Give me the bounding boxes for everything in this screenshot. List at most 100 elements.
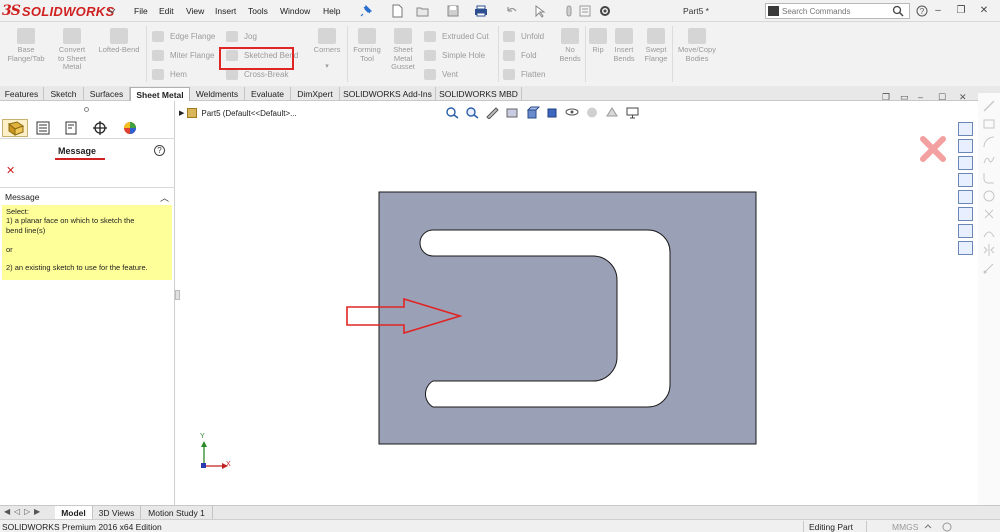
menu-file[interactable]: File (134, 6, 148, 16)
pin-icon[interactable] (359, 4, 373, 18)
rebuild-icon[interactable] (562, 4, 576, 18)
forming-tool-button[interactable]: Forming Tool (350, 28, 384, 63)
tab-model[interactable]: Model (55, 506, 93, 520)
dimxpert-manager-tab[interactable] (87, 119, 113, 137)
sketch-trim-icon[interactable] (982, 207, 996, 221)
sheet-metal-part[interactable] (378, 191, 757, 445)
units-dropdown-icon[interactable] (924, 523, 932, 531)
search-commands[interactable] (765, 3, 910, 19)
display-style-icon[interactable] (545, 106, 560, 119)
viewport-minimize-icon[interactable]: – (918, 92, 923, 102)
sketch-rectangle-icon[interactable] (982, 117, 996, 131)
expand-arrow-icon[interactable]: ▶ (179, 109, 184, 117)
menu-edit[interactable]: Edit (159, 6, 174, 16)
property-manager-tab[interactable] (30, 119, 56, 137)
sketch-line-icon[interactable] (982, 99, 996, 113)
sketch-point-icon[interactable] (982, 261, 996, 275)
print-icon[interactable] (474, 4, 488, 18)
search-input[interactable] (782, 5, 890, 17)
tab-sheet-metal[interactable]: Sheet Metal (130, 87, 190, 101)
section-view-icon[interactable] (505, 106, 520, 119)
sketch-arc-icon[interactable] (982, 135, 996, 149)
tab-scroll-next-icon[interactable]: ▷ (24, 507, 30, 516)
previous-view-icon[interactable] (485, 106, 500, 119)
flatten-button[interactable]: Flatten (503, 69, 545, 80)
tab-scroll-first-icon[interactable]: ◀ (4, 507, 10, 516)
design-library-icon[interactable] (958, 139, 973, 153)
move-copy-bodies-button[interactable]: Move/Copy Bodies (674, 28, 720, 63)
unit-system[interactable]: MMGS (892, 522, 918, 532)
message-section-header[interactable]: Message ︿ (0, 187, 175, 205)
jog-button[interactable]: Jog (226, 31, 257, 42)
tab-solidworks-add-ins[interactable]: SOLIDWORKS Add-Ins (340, 87, 436, 101)
tab-evaluate[interactable]: Evaluate (245, 87, 291, 101)
sketch-spline-icon[interactable] (982, 153, 996, 167)
rip-button[interactable]: Rip (587, 28, 609, 55)
base-flange-button[interactable]: Base Flange/Tab (4, 28, 48, 63)
recent-documents-icon[interactable] (958, 241, 973, 255)
viewport-restore-icon[interactable]: ❐ (882, 92, 890, 103)
solidworks-forum-icon[interactable] (958, 224, 973, 238)
file-properties-icon[interactable] (578, 4, 592, 18)
simple-hole-button[interactable]: Simple Hole (424, 50, 485, 61)
edge-flange-button[interactable]: Edge Flange (152, 31, 215, 42)
menu-view[interactable]: View (186, 6, 204, 16)
tab-dimxpert[interactable]: DimXpert (291, 87, 340, 101)
view-palette-icon[interactable] (958, 173, 973, 187)
view-settings-icon[interactable] (625, 106, 640, 119)
menu-tools[interactable]: Tools (248, 6, 268, 16)
swept-flange-button[interactable]: Swept Flange (640, 28, 672, 63)
fold-button[interactable]: Fold (503, 50, 537, 61)
help-question-icon[interactable]: ? (916, 5, 928, 17)
file-explorer-icon[interactable] (958, 156, 973, 170)
tab-surfaces[interactable]: Surfaces (84, 87, 130, 101)
tab-motion-study-1[interactable]: Motion Study 1 (141, 506, 213, 520)
confirmation-corner-cancel-icon[interactable] (917, 133, 949, 165)
restore-icon[interactable]: ❐ (953, 3, 969, 19)
corners-dropdown-icon[interactable]: ▾ (310, 63, 344, 72)
tab-features[interactable]: Features (0, 87, 44, 101)
search-icon[interactable] (892, 5, 904, 17)
tab-scroll-last-icon[interactable]: ▶ (34, 507, 40, 516)
insert-bends-button[interactable]: Insert Bends (610, 28, 638, 63)
hem-button[interactable]: Hem (152, 69, 187, 80)
corners-button[interactable]: Corners ▾ (310, 28, 344, 71)
apply-scene-icon[interactable] (605, 106, 620, 119)
flyout-tree-item[interactable]: ▶ Part5 (Default<<Default>... (179, 108, 297, 118)
convert-to-sheet-metal-button[interactable]: Convert to Sheet Metal (51, 28, 93, 72)
hide-show-items-icon[interactable] (565, 106, 580, 119)
tab-3d-views[interactable]: 3D Views (93, 506, 141, 520)
sketch-offset-icon[interactable] (982, 225, 996, 239)
cancel-x-icon[interactable]: ✕ (6, 164, 15, 177)
menu-help[interactable]: Help (323, 6, 340, 16)
tab-weldments[interactable]: Weldments (190, 87, 245, 101)
options-gear-icon[interactable] (598, 4, 612, 18)
tab-sketch[interactable]: Sketch (44, 87, 84, 101)
panel-splitter-handle[interactable] (84, 107, 89, 112)
zoom-to-fit-icon[interactable] (445, 106, 460, 119)
feature-manager-tab[interactable] (2, 119, 28, 137)
viewport-close-icon[interactable]: ✕ (959, 92, 967, 103)
extruded-cut-button[interactable]: Extruded Cut (424, 31, 489, 42)
edit-appearance-icon[interactable] (585, 106, 600, 119)
no-bends-button[interactable]: No Bends (556, 28, 584, 63)
panel-collapse-handle[interactable] (175, 290, 180, 300)
custom-properties-icon[interactable] (958, 207, 973, 221)
undo-icon[interactable] (505, 4, 519, 18)
viewport-maximize-icon[interactable]: ☐ (938, 92, 946, 103)
planar-face[interactable] (378, 191, 757, 445)
cross-break-button[interactable]: Cross-Break (226, 69, 288, 80)
sketch-mirror-icon[interactable] (982, 243, 996, 257)
viewport-tile-icon[interactable]: ▭ (900, 92, 909, 103)
status-info-icon[interactable] (942, 522, 952, 532)
miter-flange-button[interactable]: Miter Flange (152, 50, 214, 61)
sketch-circle-icon[interactable] (982, 189, 996, 203)
open-folder-icon[interactable] (416, 4, 430, 18)
collapse-chevron-icon[interactable]: ︿ (160, 191, 169, 204)
sheet-metal-gusset-button[interactable]: Sheet Metal Gusset (386, 28, 420, 72)
sketch-fillet-icon[interactable] (982, 171, 996, 185)
logo-dropdown-icon[interactable] (108, 7, 116, 15)
lofted-bend-button[interactable]: Lofted-Bend (94, 28, 144, 55)
solidworks-resources-icon[interactable] (958, 122, 973, 136)
menu-insert[interactable]: Insert (215, 6, 236, 16)
